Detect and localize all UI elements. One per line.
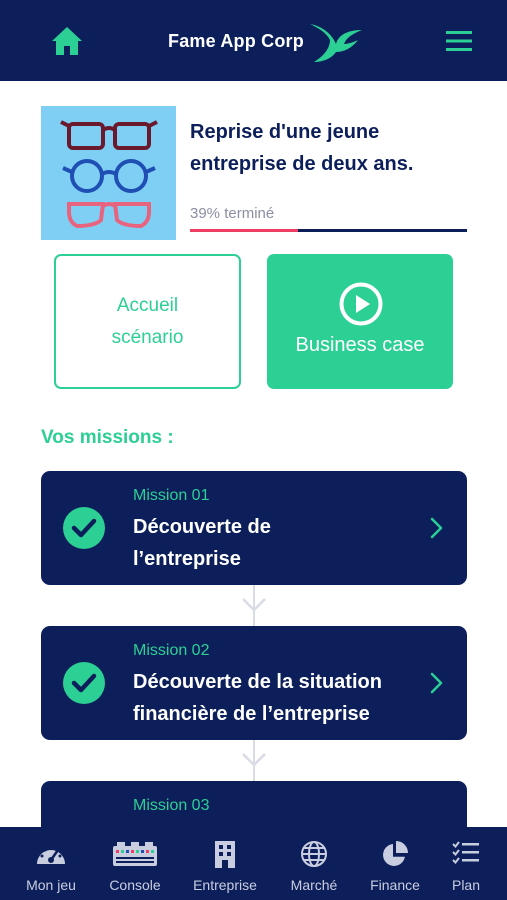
tab-marche[interactable]: Marché [280, 827, 348, 900]
tab-label: Mon jeu [26, 877, 76, 893]
mission-title-line2: l’entreprise [133, 548, 241, 570]
accueil-scenario-button[interactable]: Accueil scénario [54, 254, 241, 389]
chevron-right-icon [430, 672, 443, 694]
tab-label: Console [109, 877, 161, 893]
tab-mon-jeu[interactable]: Mon jeu [16, 827, 86, 900]
tab-label: Marché [290, 877, 338, 893]
mission-title-line1: Découverte de [133, 516, 271, 538]
gauge-icon [37, 846, 65, 864]
app-title: Fame App Corp [168, 31, 304, 51]
tab-console[interactable]: Console [100, 827, 170, 900]
hamburger-menu-icon[interactable] [446, 30, 472, 52]
mission-title: Découverte de l’entreprise [133, 511, 433, 575]
building-icon [215, 841, 235, 868]
chevron-down-icon [242, 598, 266, 612]
tab-entreprise[interactable]: Entreprise [187, 827, 263, 900]
mission-card-02[interactable]: Mission 02 Découverte de la situation fi… [41, 626, 467, 740]
pie-chart-icon [383, 841, 408, 866]
business-case-button[interactable]: Business case [267, 254, 453, 389]
top-bar: Fame App Corp [0, 0, 507, 81]
checklist-icon [452, 841, 479, 865]
progress-bar-fill [190, 229, 299, 232]
bottom-tab-bar: Mon jeu Console Entreprise Marché Financ… [0, 827, 507, 900]
mission-title-line1: Découverte de la situation [133, 671, 382, 693]
globe-icon [301, 841, 327, 867]
console-icon [113, 842, 157, 866]
scenario-title: Reprise d'une jeune entreprise de deux a… [190, 121, 414, 175]
missions-heading: Vos missions : [41, 427, 174, 448]
mission-title-line2: financière de l’entreprise [133, 703, 370, 725]
tab-plan[interactable]: Plan [440, 827, 492, 900]
check-circle-icon [63, 507, 105, 549]
tab-label: Finance [370, 877, 420, 893]
mission-number: Mission 01 [133, 487, 210, 504]
progress-bar [190, 229, 467, 232]
accueil-label-line2: scénario [111, 326, 184, 348]
bird-logo-icon [310, 24, 362, 62]
progress-label: 39% terminé [190, 205, 275, 222]
check-circle-icon [63, 662, 105, 704]
business-case-label: Business case [295, 334, 425, 356]
mission-title: Découverte de la situation financière de… [133, 666, 433, 730]
mission-number: Mission 02 [133, 642, 210, 659]
tab-finance[interactable]: Finance [362, 827, 428, 900]
home-icon[interactable] [50, 24, 84, 58]
mission-number: Mission 03 [133, 797, 210, 814]
tab-label: Entreprise [193, 877, 257, 893]
mission-card-01[interactable]: Mission 01 Découverte de l’entreprise [41, 471, 467, 585]
glasses-illustration-icon [60, 120, 158, 229]
play-circle-icon [339, 282, 383, 326]
scenario-thumbnail [41, 106, 176, 240]
chevron-right-icon [430, 517, 443, 539]
chevron-down-icon [242, 753, 266, 767]
tab-label: Plan [451, 877, 481, 893]
accueil-label-line1: Accueil [116, 294, 179, 316]
